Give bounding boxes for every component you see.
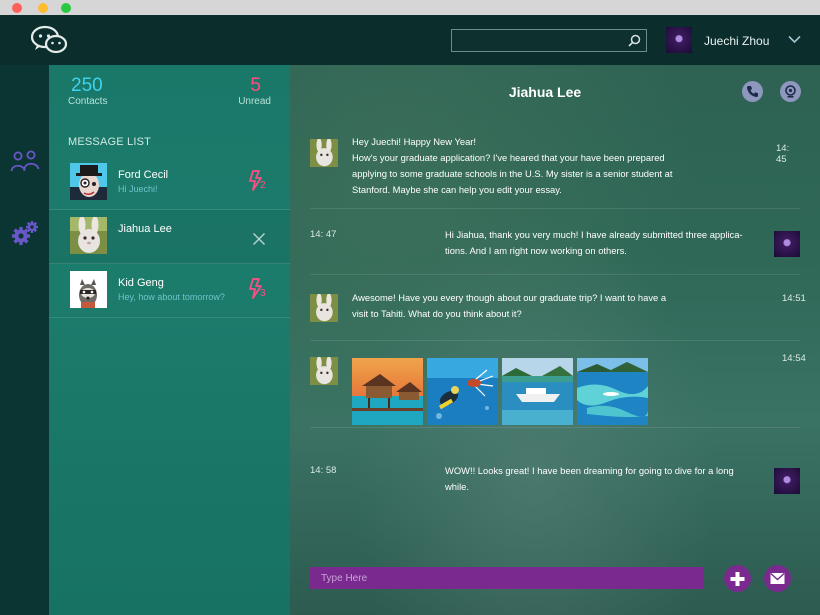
contacts-count[interactable]: 250 [71,75,103,97]
avatar [70,163,107,200]
unread-label: Unread [238,96,271,107]
scuba-diver-photo[interactable] [427,358,498,425]
message-outgoing: 14: 58 WOW!! Looks great! I have been dr… [310,458,800,508]
contact-item-ford-cecil[interactable]: Ford Cecil Hi Juechi! 2 [49,156,290,210]
user-avatar[interactable] [666,27,692,53]
plus-icon [730,572,745,586]
people-icon [10,150,39,171]
island-reef-photo[interactable] [577,358,648,425]
mail-icon [770,572,785,584]
contact-preview: Hey, how about tomorrow? [118,292,225,302]
message-incoming-photos: 14:54 [310,348,806,428]
avatar[interactable] [310,357,338,385]
message-time: 14: 58 [310,465,337,476]
unread-badge: 3 [260,288,266,299]
gears-icon [11,220,38,245]
message-text: Hi Jiahua, thank you very much! I have a… [445,229,743,256]
message-time: 14: 47 [310,229,337,240]
message-outgoing: 14: 47 Hi Jiahua, thank you very much! I… [310,215,800,275]
contact-name: Jiahua Lee [118,223,172,235]
nav-settings[interactable] [7,215,42,250]
window-titlebar [0,0,820,15]
wechat-logo-icon [30,25,68,54]
message-input[interactable] [310,567,704,589]
contacts-label: Contacts [68,96,108,107]
message-incoming: Awesome! Have you every though about our… [310,283,806,341]
search-box[interactable] [451,29,647,52]
webcam-icon [785,85,796,98]
app-header: Juechi Zhou [0,15,820,65]
maximize-window-button[interactable] [61,3,71,13]
contact-item-kid-geng[interactable]: Kid Geng Hey, how about tomorrow? 3 [49,264,290,318]
minimize-window-button[interactable] [38,3,48,13]
message-list-title: MESSAGE LIST [68,136,152,148]
chat-pane: Jiahua Lee Hey Juechi! Happy New Year! H… [290,65,820,615]
contacts-panel: 250 Contacts 5 Unread MESSAGE LIST Ford … [49,65,290,615]
boat-photo[interactable] [502,358,573,425]
phone-icon [747,86,758,97]
user-name[interactable]: Juechi Zhou [704,34,769,48]
contact-name: Ford Cecil [118,169,169,181]
search-icon[interactable] [628,34,641,47]
add-attachment-button[interactable] [724,565,751,592]
message-text: Awesome! Have you every though about our… [352,292,667,319]
close-window-button[interactable] [12,3,22,13]
contact-name: Kid Geng [118,277,164,289]
send-button[interactable] [764,565,791,592]
contact-preview: Hi Juechi! [118,184,158,194]
message-time: 14: 45 [776,143,790,165]
nav-rail [0,65,820,615]
contact-item-jiahua-lee[interactable]: Jiahua Lee [49,210,290,264]
avatar [70,217,107,254]
unread-badge: 2 [260,180,266,191]
overwater-bungalow-photo[interactable] [352,358,423,425]
unread-count[interactable]: 5 [250,75,261,97]
avatar[interactable] [774,231,800,257]
avatar[interactable] [310,139,338,167]
webcam-button[interactable] [780,81,801,102]
message-text: Hey Juechi! Happy New Year! How's your g… [352,136,673,195]
message-text: WOW!! Looks great! I have been dreaming … [445,465,734,492]
message-time: 14:54 [782,353,806,364]
avatar[interactable] [310,294,338,322]
close-icon[interactable] [252,232,266,246]
nav-contacts[interactable] [7,143,42,178]
chevron-down-icon[interactable] [788,35,801,44]
avatar[interactable] [774,468,800,494]
chat-title: Jiahua Lee [508,84,582,100]
message-time: 14:51 [782,293,806,304]
message-incoming: Hey Juechi! Happy New Year! How's your g… [310,129,800,209]
call-button[interactable] [742,81,763,102]
avatar [70,271,107,308]
search-input[interactable] [452,30,622,51]
